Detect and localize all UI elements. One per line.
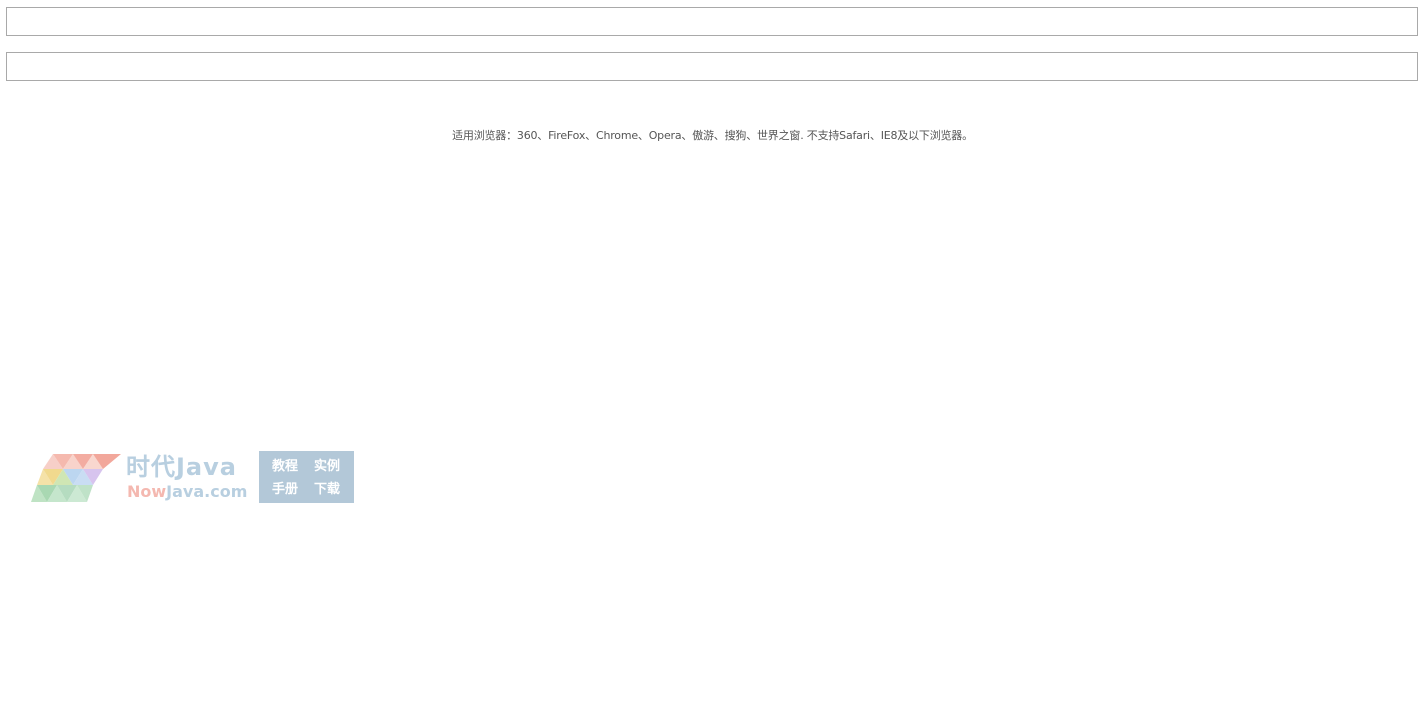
browser-compatibility-notice: 适用浏览器：360、FireFox、Chrome、Opera、傲游、搜狗、世界之… [452,129,973,142]
watermark-panel: 教程 实例 手册 下载 [259,451,354,503]
watermark-item-examples: 实例 [314,459,341,474]
watermark-domain-prefix: Now [127,482,167,501]
watermark-item-download: 下载 [314,482,341,497]
watermark-title: 时代Java [126,453,237,481]
nowjava-watermark: 时代Java NowJava.com 教程 实例 手册 下载 [31,451,355,503]
text-input-1[interactable] [6,7,1418,36]
watermark-item-tutorial: 教程 [272,459,299,474]
watermark-domain: NowJava.com [127,482,247,502]
watermark-item-manual: 手册 [272,482,299,497]
watermark-domain-suffix: Java.com [166,482,248,501]
text-input-2[interactable] [6,52,1418,81]
triangle-logo-icon [31,454,121,502]
